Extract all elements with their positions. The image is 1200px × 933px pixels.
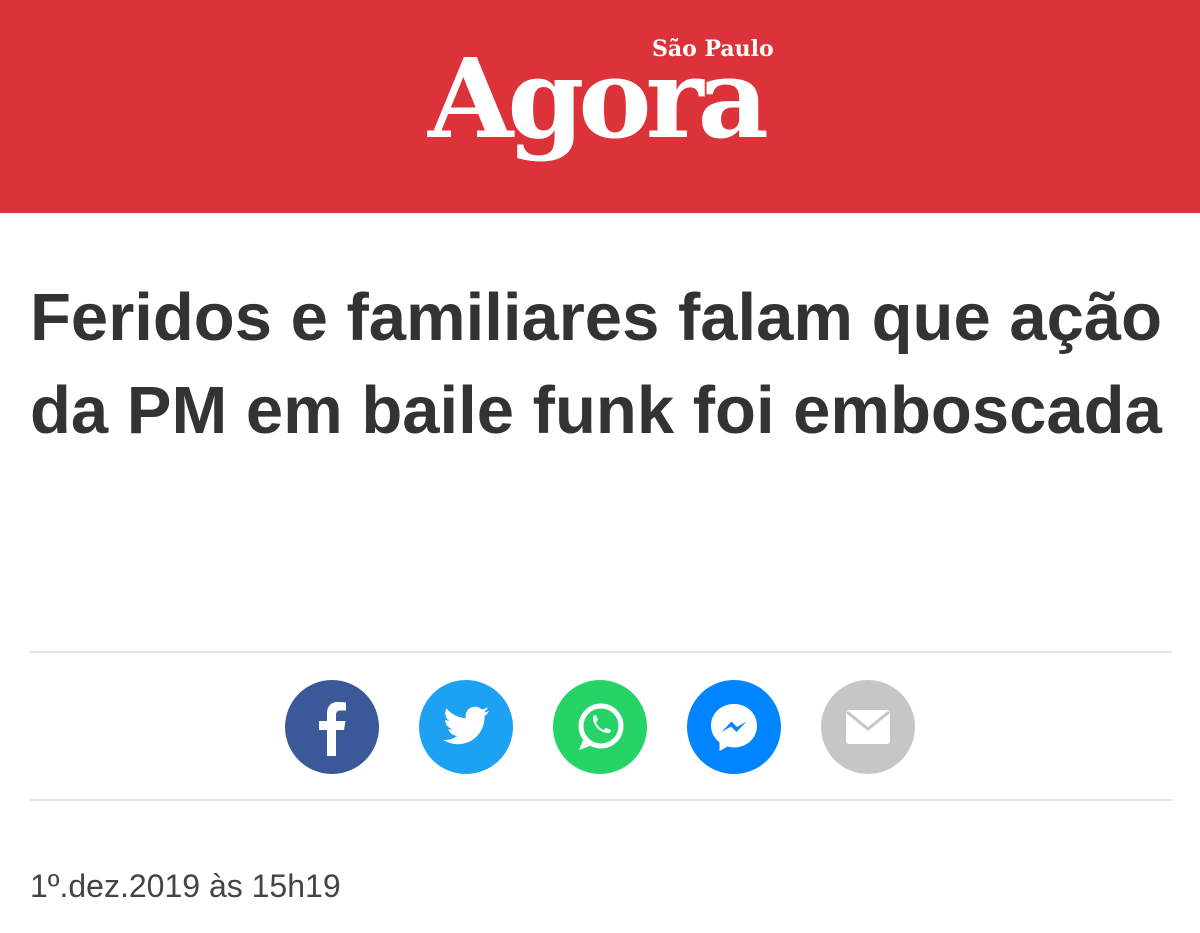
messenger-icon <box>711 704 757 751</box>
logo-title: Agora <box>428 34 769 163</box>
share-messenger-button[interactable] <box>687 680 781 774</box>
agora-logo[interactable]: São Paulo Agora <box>428 22 788 182</box>
twitter-icon <box>443 706 489 745</box>
whatsapp-icon <box>578 703 624 750</box>
publish-date: 1º.dez.2019 às 15h19 <box>30 868 341 904</box>
share-whatsapp-button[interactable] <box>553 680 647 774</box>
facebook-icon <box>319 702 346 756</box>
article-headline: Feridos e familiares falam que ação da P… <box>30 280 1163 448</box>
divider <box>30 799 1172 801</box>
share-email-button[interactable] <box>821 680 915 774</box>
share-twitter-button[interactable] <box>419 680 513 774</box>
mail-icon <box>846 710 890 744</box>
share-facebook-button[interactable] <box>285 680 379 774</box>
site-header: São Paulo Agora <box>0 0 1200 213</box>
share-bar <box>285 680 925 774</box>
divider <box>30 651 1172 653</box>
